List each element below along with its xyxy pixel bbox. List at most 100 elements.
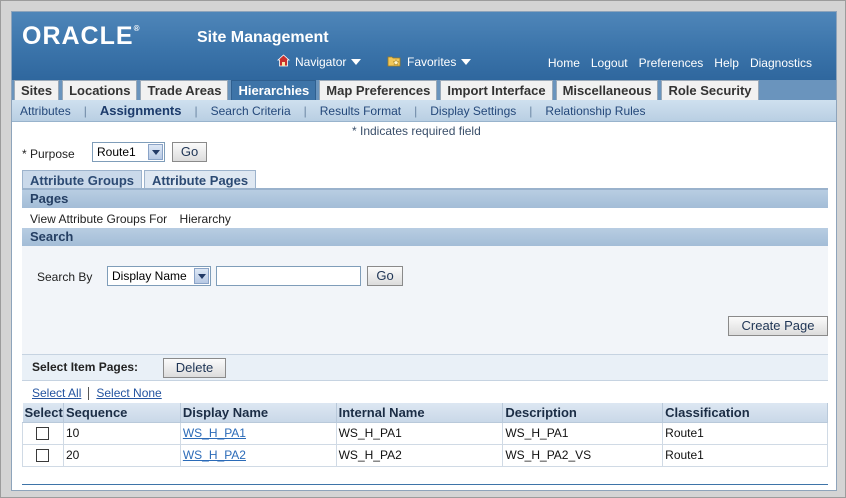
- tab-bar: Sites Locations Trade Areas Hierarchies …: [12, 80, 836, 100]
- description-cell: WS_H_PA2_VS: [502, 443, 664, 467]
- tab-hierarchies[interactable]: Hierarchies: [231, 80, 317, 100]
- select-cell: [22, 421, 64, 445]
- results-table: Select Sequence Display Name Internal Na…: [22, 403, 828, 467]
- column-header-select: Select: [22, 403, 64, 423]
- subtab-attributes[interactable]: Attributes: [20, 104, 71, 118]
- search-go-button[interactable]: Go: [367, 266, 403, 286]
- classification-cell: Route1: [662, 421, 828, 445]
- favorites-label: Favorites: [407, 55, 457, 69]
- search-input[interactable]: [216, 266, 361, 286]
- footer-rule: [22, 484, 828, 485]
- branding-header: ORACLE® Site Management Navigator Favori…: [12, 12, 836, 80]
- chevron-down-icon: [194, 268, 209, 284]
- divider: [88, 387, 90, 401]
- tab-attribute-pages[interactable]: Attribute Pages: [144, 170, 257, 189]
- select-cell: [22, 443, 64, 467]
- internal-name-cell: WS_H_PA1: [335, 421, 504, 445]
- tab-locations[interactable]: Locations: [62, 80, 138, 100]
- favorites-folder-icon: [387, 54, 402, 70]
- column-header-description: Description: [502, 403, 664, 423]
- subtab-results-format[interactable]: Results Format: [320, 104, 401, 118]
- separator: |: [303, 103, 307, 118]
- pages-section-header: Pages: [22, 190, 828, 208]
- sequence-cell: 20: [62, 443, 181, 467]
- selection-links: Select All Select None: [32, 386, 162, 401]
- page: ORACLE® Site Management Navigator Favori…: [11, 11, 837, 491]
- search-by-label: Search By: [37, 270, 93, 284]
- internal-name-cell: WS_H_PA2: [335, 443, 504, 467]
- chevron-down-icon: [461, 59, 472, 65]
- display-name-cell: WS_H_PA1: [179, 421, 337, 445]
- table-row: 20 WS_H_PA2 WS_H_PA2 WS_H_PA2_VS Route1: [22, 443, 828, 467]
- subtab-search-criteria[interactable]: Search Criteria: [211, 104, 291, 118]
- subtab-relationship-rules[interactable]: Relationship Rules: [545, 104, 645, 118]
- navigator-menu[interactable]: Navigator: [276, 54, 362, 70]
- table-row: 10 WS_H_PA1 WS_H_PA1 WS_H_PA1 Route1: [22, 421, 828, 445]
- column-header-sequence: Sequence: [63, 403, 181, 423]
- row-checkbox[interactable]: [36, 449, 50, 463]
- tab-import-interface[interactable]: Import Interface: [440, 80, 553, 100]
- subtab-display-settings[interactable]: Display Settings: [430, 104, 516, 118]
- separator: |: [83, 103, 87, 118]
- column-header-display-name: Display Name: [180, 403, 337, 423]
- view-label: View Attribute Groups For: [30, 212, 168, 226]
- subtab-bar: Attributes | Assignments | Search Criter…: [12, 100, 836, 122]
- select-all-link[interactable]: Select All: [32, 386, 81, 400]
- description-cell: WS_H_PA1: [502, 421, 664, 445]
- tab-attribute-groups[interactable]: Attribute Groups: [22, 170, 142, 189]
- search-section-header: Search: [22, 228, 828, 246]
- attribute-tabs: Attribute Groups Attribute Pages: [22, 170, 257, 189]
- global-links: Home Logout Preferences Help Diagnostics: [548, 56, 812, 70]
- tab-role-security[interactable]: Role Security: [661, 80, 759, 100]
- diagnostics-link[interactable]: Diagnostics: [750, 56, 812, 70]
- chevron-down-icon: [351, 59, 362, 65]
- view-row: View Attribute Groups For Hierarchy: [30, 212, 231, 226]
- home-link[interactable]: Home: [548, 56, 580, 70]
- tab-sites[interactable]: Sites: [14, 80, 60, 100]
- tab-trade-areas[interactable]: Trade Areas: [140, 80, 229, 100]
- oracle-logo: ORACLE®: [22, 22, 140, 51]
- chevron-down-icon: [148, 144, 163, 160]
- purpose-go-button[interactable]: Go: [172, 142, 207, 162]
- delete-button[interactable]: Delete: [163, 358, 226, 378]
- window-frame: ORACLE® Site Management Navigator Favori…: [0, 0, 846, 498]
- display-name-link[interactable]: WS_H_PA2: [183, 448, 246, 462]
- content-area: Pages View Attribute Groups For Hierarch…: [22, 190, 828, 467]
- favorites-menu[interactable]: Favorites: [387, 54, 472, 70]
- home-icon: [276, 54, 291, 70]
- separator: |: [529, 103, 533, 118]
- logo-text: ORACLE: [22, 22, 134, 50]
- select-item-pages-label: Select Item Pages:: [32, 360, 139, 374]
- classification-cell: Route1: [662, 443, 828, 467]
- subtab-assignments[interactable]: Assignments: [100, 103, 182, 118]
- display-name-link[interactable]: WS_H_PA1: [183, 426, 246, 440]
- separator: |: [414, 103, 418, 118]
- search-area: Search By Display Name Go Create Page Se…: [22, 246, 828, 467]
- results-region: Select Item Pages: Delete Select All Sele…: [22, 354, 828, 467]
- tab-miscellaneous[interactable]: Miscellaneous: [555, 80, 659, 100]
- table-header-row: Select Sequence Display Name Internal Na…: [22, 403, 828, 423]
- navigator-label: Navigator: [295, 55, 347, 69]
- purpose-value: Route1: [97, 145, 136, 159]
- column-header-classification: Classification: [662, 403, 828, 423]
- logo-registered-mark: ®: [133, 24, 141, 33]
- display-name-cell: WS_H_PA2: [179, 443, 337, 467]
- select-item-pages-bar: Select Item Pages: Delete: [22, 355, 828, 381]
- separator: |: [194, 103, 198, 118]
- search-by-value: Display Name: [112, 269, 187, 283]
- help-link[interactable]: Help: [714, 56, 739, 70]
- tabs: Sites Locations Trade Areas Hierarchies …: [14, 80, 759, 100]
- row-checkbox[interactable]: [36, 427, 50, 441]
- preferences-link[interactable]: Preferences: [639, 56, 704, 70]
- app-title: Site Management: [197, 29, 329, 46]
- view-value: Hierarchy: [179, 212, 231, 226]
- subtabs: Attributes | Assignments | Search Criter…: [20, 103, 645, 118]
- purpose-select[interactable]: Route1: [92, 142, 165, 162]
- required-field-note: * Indicates required field: [352, 124, 481, 138]
- logout-link[interactable]: Logout: [591, 56, 628, 70]
- select-none-link[interactable]: Select None: [96, 386, 161, 400]
- tab-map-preferences[interactable]: Map Preferences: [319, 80, 438, 100]
- create-page-button[interactable]: Create Page: [728, 316, 828, 336]
- search-by-select[interactable]: Display Name: [107, 266, 211, 286]
- column-header-internal-name: Internal Name: [336, 403, 504, 423]
